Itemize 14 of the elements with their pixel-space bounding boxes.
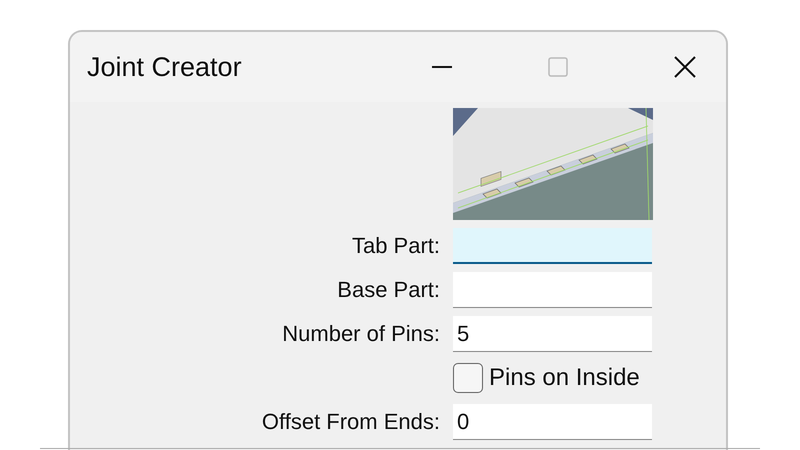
window-title: Joint Creator <box>87 52 242 82</box>
checkbox[interactable] <box>453 363 483 393</box>
field-label: Offset From Ends: <box>260 409 440 435</box>
field-label: Number of Pins: <box>281 321 440 347</box>
input-field[interactable] <box>453 228 652 264</box>
input-field[interactable]: 0 <box>453 404 652 440</box>
input-field[interactable] <box>453 272 652 308</box>
maximize-icon <box>548 57 568 77</box>
minimize-icon <box>432 66 452 68</box>
close-icon <box>674 56 696 78</box>
field-label: Tab Part: <box>350 233 440 259</box>
checkbox-label[interactable]: Pins on Inside <box>489 364 640 392</box>
field-label: Base Part: <box>336 277 440 303</box>
input-field[interactable]: 5 <box>453 316 652 352</box>
